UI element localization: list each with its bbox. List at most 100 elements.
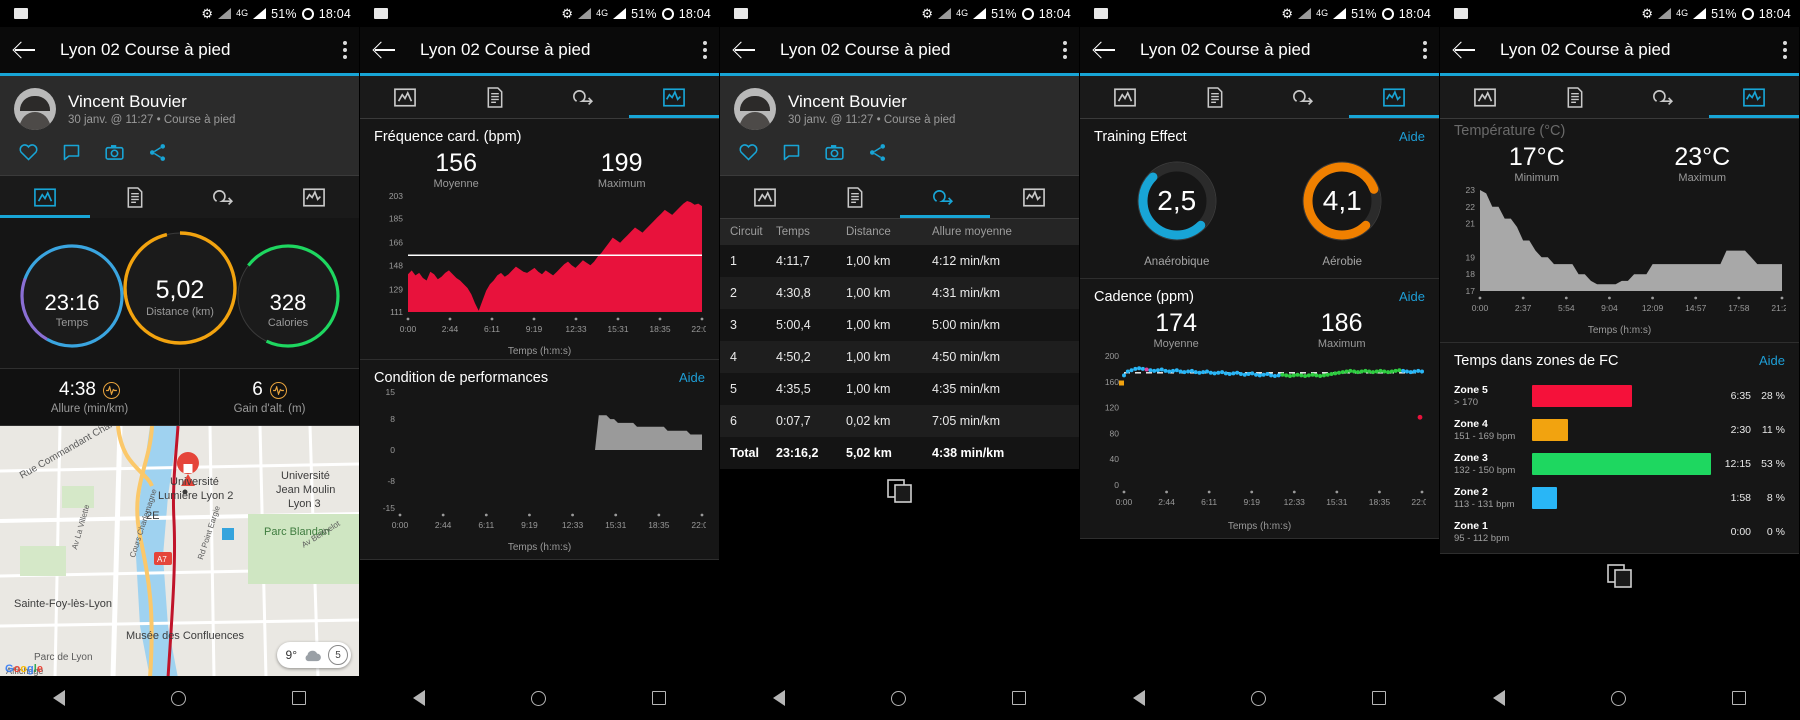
home-circle-icon[interactable] bbox=[531, 690, 546, 706]
overflow-menu-icon[interactable] bbox=[1063, 38, 1067, 62]
signal-icon bbox=[1658, 8, 1672, 19]
table-row[interactable]: 6 0:07,7 0,02 km 7:05 min/km bbox=[720, 405, 1079, 437]
tab-charts[interactable] bbox=[269, 176, 359, 218]
home-circle-icon[interactable] bbox=[1611, 690, 1626, 706]
tab-details[interactable] bbox=[1530, 76, 1620, 118]
tab-laps[interactable] bbox=[1620, 76, 1710, 118]
perf-x-axis-label: Temps (h:m:s) bbox=[507, 542, 572, 553]
svg-text:17:58: 17:58 bbox=[1728, 303, 1750, 313]
tab-charts[interactable] bbox=[1349, 76, 1439, 118]
metric-caption: Gain d'alt. (m) bbox=[233, 403, 306, 415]
tab-charts[interactable] bbox=[989, 176, 1079, 218]
share-icon[interactable] bbox=[147, 142, 168, 163]
alarm-icon bbox=[1741, 7, 1754, 20]
cell-distance: 1,00 km bbox=[846, 382, 891, 396]
tab-laps[interactable] bbox=[540, 76, 630, 118]
zone-row[interactable]: Zone 4 151 - 169 bpm 2:30 11 % bbox=[1440, 413, 1799, 447]
4g-icon: 4G bbox=[956, 8, 969, 18]
recents-square-icon[interactable] bbox=[1012, 691, 1026, 705]
overflow-menu-icon[interactable] bbox=[1423, 38, 1427, 62]
tab-charts[interactable] bbox=[629, 76, 719, 118]
tab-summary[interactable] bbox=[720, 176, 810, 218]
back-triangle-icon[interactable] bbox=[53, 690, 65, 706]
back-arrow-icon[interactable] bbox=[1092, 37, 1118, 63]
svg-text:15:31: 15:31 bbox=[607, 324, 629, 334]
activity-map[interactable]: A7 Rue Commandant Charcot Université Lum… bbox=[0, 426, 359, 678]
copy-action[interactable] bbox=[1440, 554, 1799, 598]
back-triangle-icon[interactable] bbox=[413, 690, 425, 706]
zone-row[interactable]: Zone 2 113 - 131 bpm 1:58 8 % bbox=[1440, 481, 1799, 515]
cadence-chart[interactable]: 200 160 120 80 40 0 0:00 2:44 6:11 9:19 12:33 15:31… bbox=[1094, 350, 1433, 515]
table-row[interactable]: 2 4:30,8 1,00 km 4:31 min/km bbox=[720, 277, 1079, 309]
tab-bar-1 bbox=[0, 176, 359, 218]
copy-action[interactable] bbox=[720, 469, 1079, 513]
zone-row[interactable]: Zone 5 > 170 6:35 28 % bbox=[1440, 379, 1799, 413]
laps-rows: 1 4:11,7 1,00 km 4:12 min/km 2 4:30,8 1,00 km 4… bbox=[720, 245, 1079, 469]
hr-chart[interactable]: 203 185 166 148 129 111 0:00 2:44 6:11 9:19 12:33 1… bbox=[374, 190, 713, 340]
back-arrow-icon[interactable] bbox=[12, 37, 38, 63]
back-triangle-icon[interactable] bbox=[1493, 690, 1505, 706]
tab-summary[interactable] bbox=[0, 176, 90, 218]
hr-avg: 156 Moyenne bbox=[434, 149, 479, 190]
tab-laps[interactable] bbox=[180, 176, 270, 218]
zone-bar bbox=[1532, 385, 1633, 407]
col-temps: Temps bbox=[776, 226, 810, 238]
recents-square-icon[interactable] bbox=[1732, 691, 1746, 705]
tab-laps[interactable] bbox=[900, 176, 990, 218]
laps-icon bbox=[573, 89, 594, 105]
home-circle-icon[interactable] bbox=[1251, 690, 1266, 706]
clock-label: 18:04 bbox=[318, 6, 351, 21]
cell-allure-moyenne: 4:35 min/km bbox=[932, 382, 1001, 396]
back-arrow-icon[interactable] bbox=[372, 37, 398, 63]
tab-laps[interactable] bbox=[1260, 76, 1350, 118]
recents-square-icon[interactable] bbox=[1372, 691, 1386, 705]
tab-summary[interactable] bbox=[1440, 76, 1530, 118]
zone-bar-area bbox=[1532, 385, 1711, 407]
table-row[interactable]: 1 4:11,7 1,00 km 4:12 min/km bbox=[720, 245, 1079, 277]
tab-charts[interactable] bbox=[1709, 76, 1799, 118]
home-circle-icon[interactable] bbox=[171, 690, 186, 706]
heart-icon[interactable] bbox=[18, 142, 39, 163]
tab-details[interactable] bbox=[810, 176, 900, 218]
perf-aide-link[interactable]: Aide bbox=[679, 370, 705, 385]
overflow-menu-icon[interactable] bbox=[1783, 38, 1787, 62]
comment-icon[interactable] bbox=[781, 142, 802, 163]
zone-percent: 8 % bbox=[1766, 492, 1785, 504]
weather-widget[interactable]: 9° 5 bbox=[276, 642, 351, 668]
table-row[interactable]: 4 4:50,2 1,00 km 4:50 min/km bbox=[720, 341, 1079, 373]
camera-icon[interactable] bbox=[824, 142, 845, 163]
comment-icon[interactable] bbox=[61, 142, 82, 163]
heart-icon[interactable] bbox=[738, 142, 759, 163]
cadence-aide-link[interactable]: Aide bbox=[1399, 289, 1425, 304]
camera-icon[interactable] bbox=[104, 142, 125, 163]
zones-aide-link[interactable]: Aide bbox=[1759, 353, 1785, 368]
zone-row[interactable]: Zone 1 95 - 112 bpm 0:00 0 % bbox=[1440, 515, 1799, 549]
share-icon[interactable] bbox=[867, 142, 888, 163]
home-circle-icon[interactable] bbox=[891, 690, 906, 706]
overflow-menu-icon[interactable] bbox=[703, 38, 707, 62]
tab-details[interactable] bbox=[90, 176, 180, 218]
perf-chart[interactable]: 15 8 0 -8 -15 0:00 2:44 6:11 9:19 12:33 15:31 18:35… bbox=[374, 386, 713, 536]
tab-summary[interactable] bbox=[360, 76, 450, 118]
tab-summary[interactable] bbox=[1080, 76, 1170, 118]
back-triangle-icon[interactable] bbox=[1133, 690, 1145, 706]
notification-icon bbox=[14, 8, 28, 19]
table-row[interactable]: 3 5:00,4 1,00 km 5:00 min/km bbox=[720, 309, 1079, 341]
recents-square-icon[interactable] bbox=[292, 691, 306, 705]
laps-total-row[interactable]: Total 23:16,2 5,02 km 4:38 min/km bbox=[720, 437, 1079, 469]
temperature-chart[interactable]: 23 22 21 19 18 17 0:00 2:37 5:54 9:04 12:09 14:57 17… bbox=[1454, 184, 1793, 319]
svg-text:21:20: 21:20 bbox=[1771, 303, 1786, 313]
cadence-max-caption: Maximum bbox=[1317, 338, 1366, 350]
overflow-menu-icon[interactable] bbox=[343, 38, 347, 62]
te-aide-link[interactable]: Aide bbox=[1399, 129, 1425, 144]
table-row[interactable]: 5 4:35,5 1,00 km 4:35 min/km bbox=[720, 373, 1079, 405]
tab-details[interactable] bbox=[1170, 76, 1260, 118]
back-triangle-icon[interactable] bbox=[773, 690, 785, 706]
zone-row[interactable]: Zone 3 132 - 150 bpm 12:15 53 % bbox=[1440, 447, 1799, 481]
back-arrow-icon[interactable] bbox=[1452, 37, 1478, 63]
charts-icon bbox=[1743, 87, 1766, 107]
tab-details[interactable] bbox=[450, 76, 540, 118]
4g-icon: 4G bbox=[1676, 8, 1689, 18]
back-arrow-icon[interactable] bbox=[732, 37, 758, 63]
recents-square-icon[interactable] bbox=[652, 691, 666, 705]
